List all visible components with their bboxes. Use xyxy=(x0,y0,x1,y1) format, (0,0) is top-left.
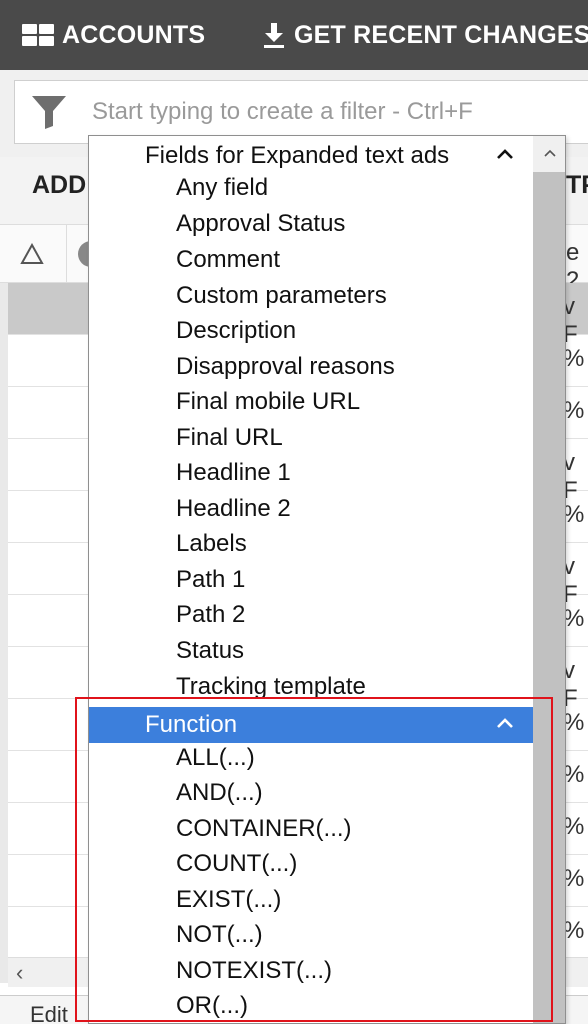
group-header-fields[interactable]: Fields for Expanded text ads xyxy=(89,138,533,174)
list-item[interactable]: NOTEXIST(...) xyxy=(176,957,332,985)
list-item[interactable]: Approval Status xyxy=(176,210,345,238)
filter-input[interactable] xyxy=(92,95,582,129)
scrollbar-thumb[interactable] xyxy=(533,172,565,1023)
chevron-up-icon[interactable] xyxy=(495,146,515,162)
row-fragment: % xyxy=(563,345,585,372)
filter-funnel-icon[interactable] xyxy=(31,95,67,129)
top-toolbar: ACCOUNTS GET RECENT CHANGES xyxy=(0,0,588,70)
header-right-fragment: TP xyxy=(566,171,588,199)
group-title: Fields for Expanded text ads xyxy=(145,142,450,169)
get-recent-changes-label: GET RECENT CHANGES xyxy=(294,20,588,49)
list-item[interactable]: NOT(...) xyxy=(176,921,263,949)
list-item[interactable]: Final URL xyxy=(176,424,283,452)
list-item[interactable]: Any field xyxy=(176,174,268,202)
scroll-up-button[interactable] xyxy=(533,136,565,170)
list-item[interactable]: OR(...) xyxy=(176,992,248,1020)
row-fragment: % xyxy=(563,605,585,632)
accounts-label: ACCOUNTS xyxy=(62,20,206,49)
row-fragment: % xyxy=(563,397,585,424)
group-header-function[interactable]: Function xyxy=(89,707,533,743)
list-item[interactable]: Headline 1 xyxy=(176,459,291,487)
list-item[interactable]: Description xyxy=(176,317,296,345)
filter-suggestions-dropdown: Fields for Expanded text ads Any field A… xyxy=(88,135,566,1024)
status-text: Edit xyxy=(30,1002,68,1024)
accounts-button[interactable]: ACCOUNTS xyxy=(22,0,205,70)
list-item[interactable]: Final mobile URL xyxy=(176,388,360,416)
list-item[interactable]: Path 2 xyxy=(176,601,245,629)
chevron-up-icon[interactable] xyxy=(495,715,515,731)
list-item[interactable]: Disapproval reasons xyxy=(176,353,395,381)
list-item[interactable]: AND(...) xyxy=(176,779,263,807)
row-fragment: % xyxy=(563,813,585,840)
list-item[interactable]: EXIST(...) xyxy=(176,886,281,914)
list-item[interactable]: CONTAINER(...) xyxy=(176,815,352,843)
list-item[interactable]: ALL(...) xyxy=(176,744,255,772)
list-item[interactable]: Headline 2 xyxy=(176,495,291,523)
row-fragment: % xyxy=(563,709,585,736)
list-item[interactable]: Path 1 xyxy=(176,566,245,594)
list-item[interactable]: Tracking template xyxy=(176,673,366,701)
row-fragment: % xyxy=(563,917,585,944)
grid-icon xyxy=(22,24,54,46)
row-fragment: % xyxy=(563,865,585,892)
left-edge xyxy=(0,283,8,983)
list-item[interactable]: Labels xyxy=(176,530,247,558)
add-button[interactable]: ADD xyxy=(32,171,86,200)
get-recent-changes-button[interactable]: GET RECENT CHANGES xyxy=(262,0,588,70)
chevron-up-icon xyxy=(543,149,556,157)
warning-triangle-icon[interactable] xyxy=(20,243,44,265)
download-icon xyxy=(264,23,284,48)
list-item[interactable]: Comment xyxy=(176,246,280,274)
dropdown-vertical-scrollbar[interactable] xyxy=(533,136,565,1023)
list-item[interactable]: Status xyxy=(176,637,244,665)
column-separator xyxy=(66,225,67,283)
group-title: Function xyxy=(145,711,238,738)
list-item[interactable]: Custom parameters xyxy=(176,282,387,310)
row-fragment: % xyxy=(563,501,585,528)
scroll-left-icon[interactable]: ‹ xyxy=(16,960,23,986)
row-fragment: % xyxy=(563,761,585,788)
list-item[interactable]: COUNT(...) xyxy=(176,850,297,878)
